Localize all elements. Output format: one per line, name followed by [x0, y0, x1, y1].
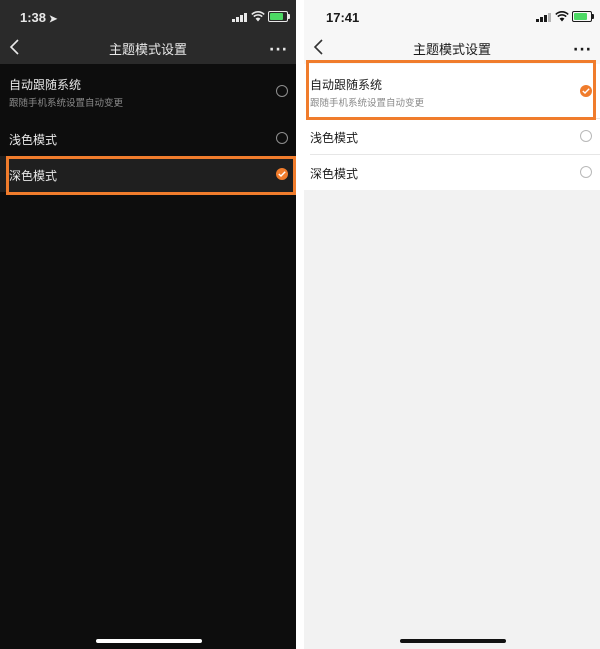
radio-unchecked-icon[interactable] — [580, 166, 592, 178]
option-auto-follow-system[interactable]: 自动跟随系统 跟随手机系统设置自动变更 — [0, 64, 296, 118]
location-arrow-icon: ➤ — [49, 14, 58, 25]
status-bar: 1:38 ➤ — [0, 0, 296, 34]
more-icon[interactable]: ··· — [573, 42, 592, 58]
home-indicator — [96, 639, 202, 643]
option-label: 浅色模式 — [9, 133, 58, 147]
option-label: 深色模式 — [310, 167, 359, 181]
more-icon[interactable]: ··· — [269, 42, 288, 58]
option-light-mode[interactable]: 浅色模式 — [304, 118, 600, 154]
highlight-box — [306, 60, 596, 120]
dark-mode-phone: 1:38 ➤ 主题模式设置 ··· 自动跟随系统 跟随手机系统设置自动变更 浅色… — [0, 0, 296, 649]
radio-unchecked-icon[interactable] — [276, 132, 288, 144]
highlight-box — [6, 156, 296, 195]
comparison-screenshot: 1:38 ➤ 主题模式设置 ··· 自动跟随系统 跟随手机系统设置自动变更 浅色… — [0, 0, 600, 649]
option-light-mode[interactable]: 浅色模式 — [0, 120, 296, 156]
wifi-icon — [251, 11, 265, 22]
wifi-icon — [555, 11, 569, 22]
status-time: 1:38 ➤ — [20, 10, 58, 25]
home-indicator — [400, 639, 506, 643]
divider — [296, 0, 304, 649]
radio-unchecked-icon[interactable] — [276, 85, 288, 97]
page-title: 主题模式设置 — [108, 43, 187, 58]
signal-icon — [536, 13, 551, 22]
status-time: 17:41 — [326, 10, 360, 25]
battery-icon — [268, 11, 290, 22]
battery-icon — [572, 11, 594, 22]
option-label: 浅色模式 — [310, 131, 359, 145]
signal-icon — [232, 13, 247, 22]
nav-bar: 主题模式设置 ··· — [0, 34, 296, 64]
option-dark-mode[interactable]: 深色模式 — [304, 154, 600, 190]
radio-unchecked-icon[interactable] — [580, 130, 592, 142]
option-label: 自动跟随系统 — [9, 78, 82, 92]
status-bar: 17:41 — [304, 0, 600, 34]
page-title: 主题模式设置 — [412, 43, 491, 58]
option-description: 跟随手机系统设置自动变更 — [9, 98, 124, 109]
